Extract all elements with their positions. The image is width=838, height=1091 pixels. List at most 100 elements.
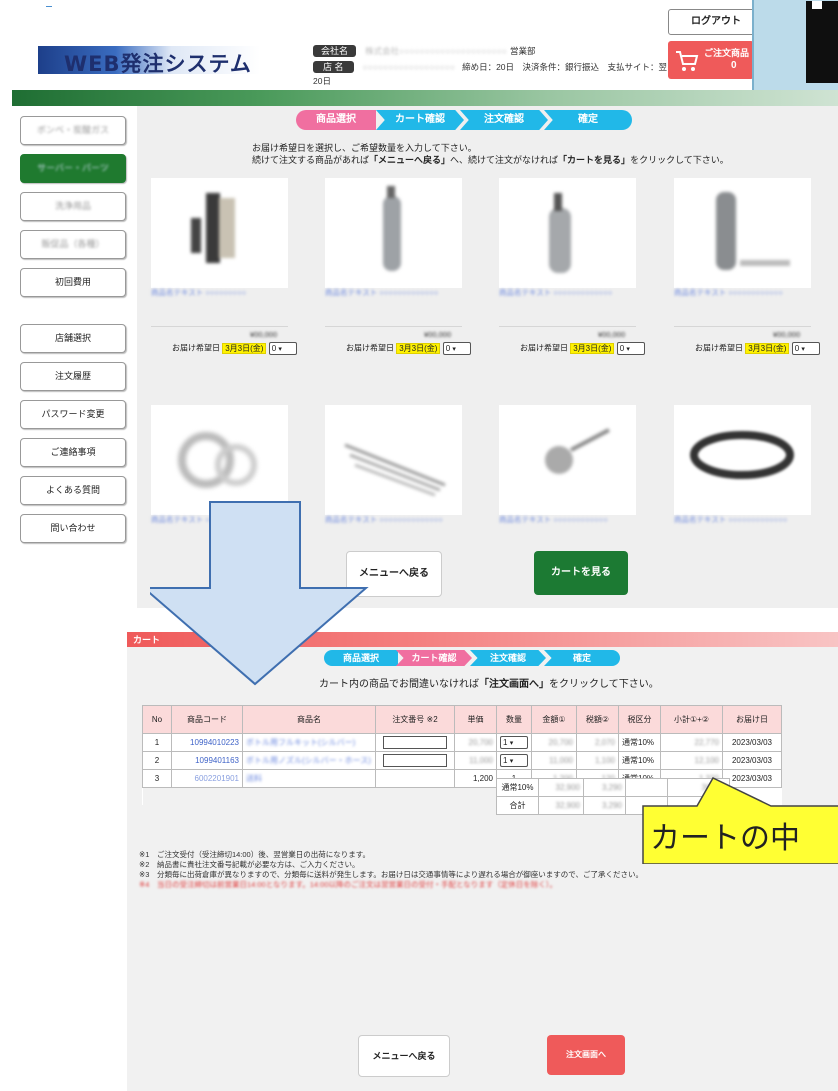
- col-code: 商品コード: [171, 705, 243, 734]
- shopping-cart-icon: [676, 51, 699, 71]
- delivery-date-select[interactable]: 3月3日(金): [570, 342, 615, 354]
- top-left-mark: [46, 6, 52, 7]
- delivery-date-row: お届け希望日 3月3日(金) 0 ▾: [520, 342, 645, 355]
- product-image[interactable]: [499, 178, 636, 288]
- product-name[interactable]: 商品名テキスト ○○○○○○○○○○○○: [499, 515, 636, 525]
- product-photo-bottle-kit: [191, 193, 235, 263]
- app-logo-text: WEB発注システム: [64, 52, 252, 76]
- cart-table-header: No 商品コード 商品名 注文番号 ※2 単価 数量 金額① 税額② 税区分 小…: [142, 705, 782, 734]
- product-name[interactable]: 商品名テキスト ○○○○○○○○○○○○: [674, 288, 811, 298]
- step-order-confirm: 注文確認: [460, 110, 548, 130]
- product-name[interactable]: 商品名テキスト ○○○○○○○○○○○○○: [674, 515, 811, 525]
- inset-dark-panel: [806, 1, 838, 83]
- sidebar-item-order-history[interactable]: 注文履歴: [20, 362, 126, 391]
- sidebar-item-promo[interactable]: 販促品（各種）: [20, 230, 126, 259]
- product-photo-fitting: [545, 428, 610, 474]
- product-image[interactable]: [674, 405, 811, 515]
- table-row: 2 1099401163 ボトル用ノズル(シルバー・ホース) 11,000 1 …: [142, 751, 782, 770]
- speech-bubble-text: カートの中: [650, 822, 800, 855]
- col-delivery-date: お届け日: [722, 705, 782, 734]
- cart-notes: ※1 ご注文受付（受注締切14:00）後、翌営業日の出荷になります。 ※2 納品…: [139, 850, 643, 889]
- down-arrow-annotation: [150, 501, 369, 686]
- product-code-link[interactable]: 1099401163: [171, 751, 243, 770]
- store-info: 店 名 ○○○○○○○○○○○○○○○○○○ 締め日：20日 決済条件：銀行振込…: [313, 60, 684, 73]
- product-name[interactable]: 商品名テキスト ○○○○○○○○○: [151, 288, 288, 298]
- cart-back-to-menu-button[interactable]: メニューへ戻る: [358, 1035, 450, 1077]
- sidebar-item-store-select[interactable]: 店舗選択: [20, 324, 126, 353]
- product-image[interactable]: [499, 405, 636, 515]
- sidebar-item-gas[interactable]: ボンベ・炭酸ガス: [20, 116, 126, 145]
- quantity-select[interactable]: 1 ▾: [500, 754, 528, 767]
- company-value: 株式会社○○○○○○○○○○○○○○○○○○○○○: [365, 46, 507, 56]
- order-number-input[interactable]: [383, 736, 447, 749]
- chevron-down-icon: ▾: [278, 346, 282, 353]
- inset-white-mark: [812, 1, 822, 9]
- product-photo-hose: [690, 431, 794, 479]
- app-logo: WEB発注システム: [38, 46, 260, 76]
- product-divider: [499, 326, 636, 327]
- product-image[interactable]: [325, 178, 462, 288]
- chevron-down-icon: ▾: [452, 346, 456, 353]
- chevron-down-icon: ▾: [626, 346, 630, 353]
- product-name[interactable]: 商品名テキスト ○○○○○○○○○○○○○: [499, 288, 636, 298]
- inset-screenshot: [752, 0, 838, 100]
- sidebar-item-initial-cost[interactable]: 初回費用: [20, 268, 126, 297]
- order-number-input[interactable]: [383, 754, 447, 767]
- chevron-down-icon: ▾: [509, 758, 514, 765]
- quantity-select[interactable]: 0 ▾: [616, 342, 645, 355]
- step-cart-confirm: カート確認: [376, 110, 464, 130]
- delivery-date-select[interactable]: 3月3日(金): [222, 342, 267, 354]
- chevron-down-icon: ▾: [509, 740, 514, 747]
- quantity-select[interactable]: 0 ▾: [791, 342, 820, 355]
- product-name-link[interactable]: ボトル用ノズル(シルバー・ホース): [242, 751, 376, 770]
- sidebar-item-password[interactable]: パスワード変更: [20, 400, 126, 429]
- product-price: ¥00,000: [773, 330, 801, 339]
- quantity-select[interactable]: 0 ▾: [442, 342, 471, 355]
- header-green-bar: [12, 90, 838, 106]
- product-photo-silver-nozzle: [383, 186, 401, 271]
- payment-terms-cont: 20日: [313, 76, 331, 86]
- product-divider: [151, 326, 288, 327]
- product-image[interactable]: [151, 178, 288, 288]
- cart-summary-count: 0: [731, 60, 737, 71]
- company-info: 会社名 株式会社○○○○○○○○○○○○○○○○○○○○○ 営業部: [313, 44, 535, 57]
- store-tag: 店 名: [313, 61, 354, 73]
- payment-terms: 締め日：20日 決済条件：銀行振込 支払サイト：翌々月: [462, 62, 685, 72]
- delivery-date-select[interactable]: 3月3日(金): [396, 342, 441, 354]
- col-qty: 数量: [496, 705, 532, 734]
- progress-steps: 商品選択 カート確認 注文確認 確定: [296, 110, 636, 130]
- product-name-link[interactable]: 送料: [242, 769, 376, 788]
- cart-summary-button[interactable]: ご注文商品 0: [668, 41, 754, 79]
- view-cart-button[interactable]: カートを見る: [534, 551, 628, 595]
- step-product-select: 商品選択: [296, 110, 376, 130]
- quantity-select[interactable]: 1 ▾: [500, 736, 528, 749]
- product-image[interactable]: [674, 178, 811, 288]
- sidebar-item-cleaning[interactable]: 洗浄用品: [20, 192, 126, 221]
- sidebar-item-notices[interactable]: ご連絡事項: [20, 438, 126, 467]
- quantity-select[interactable]: 0 ▾: [268, 342, 297, 355]
- step-cart-confirm: カート確認: [396, 650, 472, 666]
- product-name-link[interactable]: ボトル用フルキット(シルバー): [242, 733, 376, 752]
- delivery-date-select[interactable]: 3月3日(金): [745, 342, 790, 354]
- go-to-order-button[interactable]: 注文画面へ: [547, 1035, 625, 1075]
- company-suffix: 営業部: [509, 46, 536, 56]
- logout-button[interactable]: ログアウト: [668, 9, 764, 35]
- product-code-link[interactable]: 6002201901: [171, 769, 243, 788]
- col-no: No: [142, 705, 172, 734]
- col-tax: 税額②: [576, 705, 619, 734]
- col-subtotal: 小計①+②: [660, 705, 723, 734]
- cart-summary-label: ご注文商品: [704, 48, 750, 58]
- product-price: ¥00,000: [598, 330, 626, 339]
- sidebar-item-contact[interactable]: 問い合わせ: [20, 514, 126, 543]
- product-name[interactable]: 商品名テキスト ○○○○○○○○○○○○○: [325, 288, 462, 298]
- product-code-link[interactable]: 10994010223: [171, 733, 243, 752]
- store-value: ○○○○○○○○○○○○○○○○○○: [362, 62, 455, 72]
- product-price: ¥00,000: [424, 330, 452, 339]
- product-divider: [325, 326, 462, 327]
- sidebar-item-faq[interactable]: よくある質問: [20, 476, 126, 505]
- col-tax-type: 税区分: [618, 705, 661, 734]
- product-price: ¥00,000: [250, 330, 278, 339]
- instruction-line-2: 続けて注文する商品があれば「メニューへ戻る」へ、続けて注文がなければ「カートを見…: [252, 155, 729, 165]
- sidebar-item-server-parts[interactable]: サーバー・パーツ: [20, 154, 126, 183]
- chevron-down-icon: ▾: [801, 346, 805, 353]
